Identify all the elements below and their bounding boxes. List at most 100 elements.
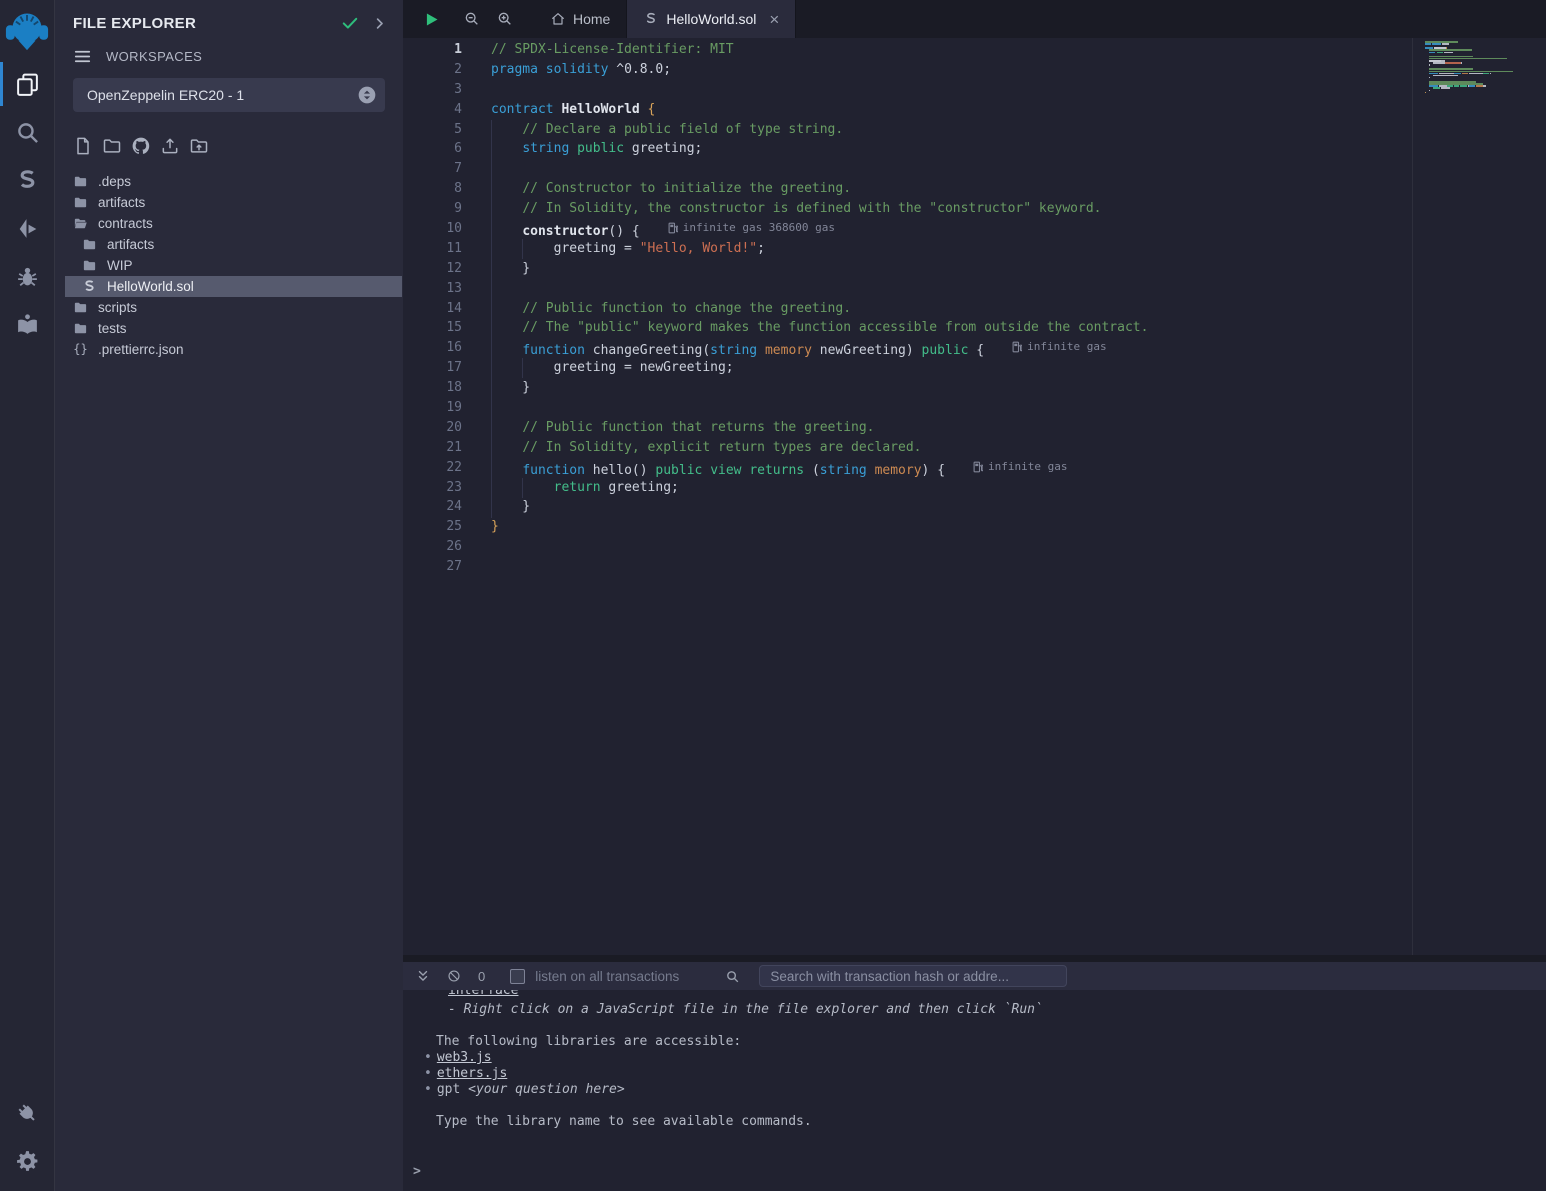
file-tree-item[interactable]: WIP <box>65 255 402 276</box>
chevron-right-icon[interactable] <box>372 16 387 31</box>
solidity-compiler-icon <box>15 168 40 193</box>
folder-open-icon <box>73 216 88 231</box>
activity-deploy-run-button[interactable] <box>0 204 54 252</box>
learneth-icon <box>15 312 40 337</box>
file-tree-item[interactable]: HelloWorld.sol <box>65 276 402 297</box>
line-number: 20 <box>403 418 462 438</box>
terminal-resize-handle[interactable] <box>403 955 1546 962</box>
code-editor[interactable]: 1234567891011121314151617181920212223242… <box>403 38 1412 955</box>
deploy-run-icon <box>15 216 40 241</box>
code-line[interactable]: constructor() {infinite gas 368600 gas <box>491 219 1148 239</box>
fuel-icon <box>1012 341 1022 353</box>
plugin-manager-icon <box>15 1101 40 1126</box>
terminal-link[interactable]: ethers.js <box>437 1066 507 1081</box>
file-tree-item[interactable]: .deps <box>65 171 402 192</box>
solidity-file-icon <box>643 11 659 27</box>
code-line[interactable]: pragma solidity ^0.8.0; <box>491 60 1148 80</box>
home-icon <box>550 11 566 27</box>
workspace-select[interactable]: OpenZeppelin ERC20 - 1 <box>73 78 385 112</box>
listen-transactions-checkbox[interactable] <box>510 969 525 984</box>
line-number: 16 <box>403 338 462 358</box>
code-line[interactable]: // Public function to change the greetin… <box>491 299 1148 319</box>
code-line[interactable]: return greeting; <box>491 478 1148 498</box>
code-line[interactable] <box>491 279 1148 299</box>
tab-home[interactable]: Home <box>534 0 626 38</box>
tab-helloworld-sol[interactable]: HelloWorld.sol × <box>626 0 796 38</box>
line-number: 18 <box>403 378 462 398</box>
code-line[interactable]: // In Solidity, the constructor is defin… <box>491 199 1148 219</box>
activity-settings-button[interactable] <box>0 1137 54 1185</box>
line-number: 12 <box>403 259 462 279</box>
activity-learneth-button[interactable] <box>0 300 54 348</box>
terminal-toolbar: 0 listen on all transactions <box>403 962 1546 990</box>
code-line[interactable]: greeting = "Hello, World!"; <box>491 239 1148 259</box>
code-line[interactable]: } <box>491 378 1148 398</box>
activity-plugin-manager-button[interactable] <box>0 1089 54 1137</box>
code-line[interactable]: // In Solidity, explicit return types ar… <box>491 438 1148 458</box>
line-number: 8 <box>403 179 462 199</box>
code-line[interactable] <box>491 557 1148 577</box>
line-number: 4 <box>403 100 462 120</box>
code-lines[interactable]: // SPDX-License-Identifier: MITpragma so… <box>491 40 1148 577</box>
hamburger-menu-icon[interactable] <box>73 47 92 66</box>
line-number: 27 <box>403 557 462 577</box>
terminal-line: Type the library name to see available c… <box>436 1114 1546 1130</box>
zoom-in-icon[interactable] <box>497 11 513 27</box>
code-line[interactable]: } <box>491 497 1148 517</box>
editor-area: Home HelloWorld.sol × 123456789101112131… <box>403 0 1546 962</box>
clear-console-icon[interactable] <box>447 969 461 983</box>
line-number: 14 <box>403 299 462 319</box>
line-number: 6 <box>403 139 462 159</box>
terminal-link[interactable]: web3.js <box>437 1050 492 1065</box>
folder-icon <box>73 300 88 315</box>
activity-debugger-button[interactable] <box>0 252 54 300</box>
collapse-terminal-icon[interactable] <box>416 969 430 983</box>
file-tree-item[interactable]: artifacts <box>65 192 402 213</box>
code-line[interactable]: // The "public" keyword makes the functi… <box>491 318 1148 338</box>
new-folder-icon <box>102 136 122 156</box>
file-tree-item[interactable]: scripts <box>65 297 402 318</box>
line-number: 23 <box>403 478 462 498</box>
code-line[interactable]: contract HelloWorld { <box>491 100 1148 120</box>
code-line[interactable]: string public greeting; <box>491 139 1148 159</box>
line-number: 15 <box>403 318 462 338</box>
file-tree-item-label: artifacts <box>98 195 145 210</box>
file-tree-item-label: artifacts <box>107 237 154 252</box>
code-line[interactable]: } <box>491 517 1148 537</box>
file-explorer-icon <box>15 72 40 97</box>
file-tree-item[interactable]: {}.prettierrc.json <box>65 339 402 360</box>
activity-bar <box>0 0 55 1191</box>
code-line[interactable]: // Public function that returns the gree… <box>491 418 1148 438</box>
terminal-prompt[interactable]: > <box>413 1164 1546 1180</box>
terminal-search-input[interactable] <box>759 965 1067 987</box>
workspace-sort-icon[interactable] <box>357 85 377 105</box>
activity-file-explorer-button[interactable] <box>0 60 54 108</box>
code-line[interactable]: function changeGreeting(string memory ne… <box>491 338 1148 358</box>
zoom-out-icon[interactable] <box>464 11 480 27</box>
file-tree-item[interactable]: contracts <box>65 213 402 234</box>
code-line[interactable]: } <box>491 259 1148 279</box>
code-line[interactable] <box>491 537 1148 557</box>
file-tree-item[interactable]: artifacts <box>65 234 402 255</box>
code-line[interactable]: // Declare a public field of type string… <box>491 120 1148 140</box>
code-line[interactable] <box>491 159 1148 179</box>
remix-logo-icon[interactable] <box>4 6 50 54</box>
file-tree-item[interactable]: tests <box>65 318 402 339</box>
line-number: 24 <box>403 497 462 517</box>
code-line[interactable]: function hello() public view returns (st… <box>491 458 1148 478</box>
code-line[interactable] <box>491 80 1148 100</box>
activity-solidity-compiler-button[interactable] <box>0 156 54 204</box>
code-line[interactable]: // SPDX-License-Identifier: MIT <box>491 40 1148 60</box>
minimap[interactable] <box>1425 41 1541 98</box>
code-line[interactable]: greeting = newGreeting; <box>491 358 1148 378</box>
run-script-button[interactable] <box>423 11 440 28</box>
close-tab-icon[interactable]: × <box>769 11 779 28</box>
panel-title: FILE EXPLORER <box>73 15 328 32</box>
code-line[interactable] <box>491 398 1148 418</box>
check-icon[interactable] <box>340 13 360 33</box>
json-braces-icon: {} <box>73 342 88 357</box>
code-line[interactable]: // Constructor to initialize the greetin… <box>491 179 1148 199</box>
terminal-output[interactable]: interface- Right click on a JavaScript f… <box>403 990 1546 1191</box>
activity-search-button[interactable] <box>0 108 54 156</box>
tab-home-label: Home <box>573 11 610 27</box>
